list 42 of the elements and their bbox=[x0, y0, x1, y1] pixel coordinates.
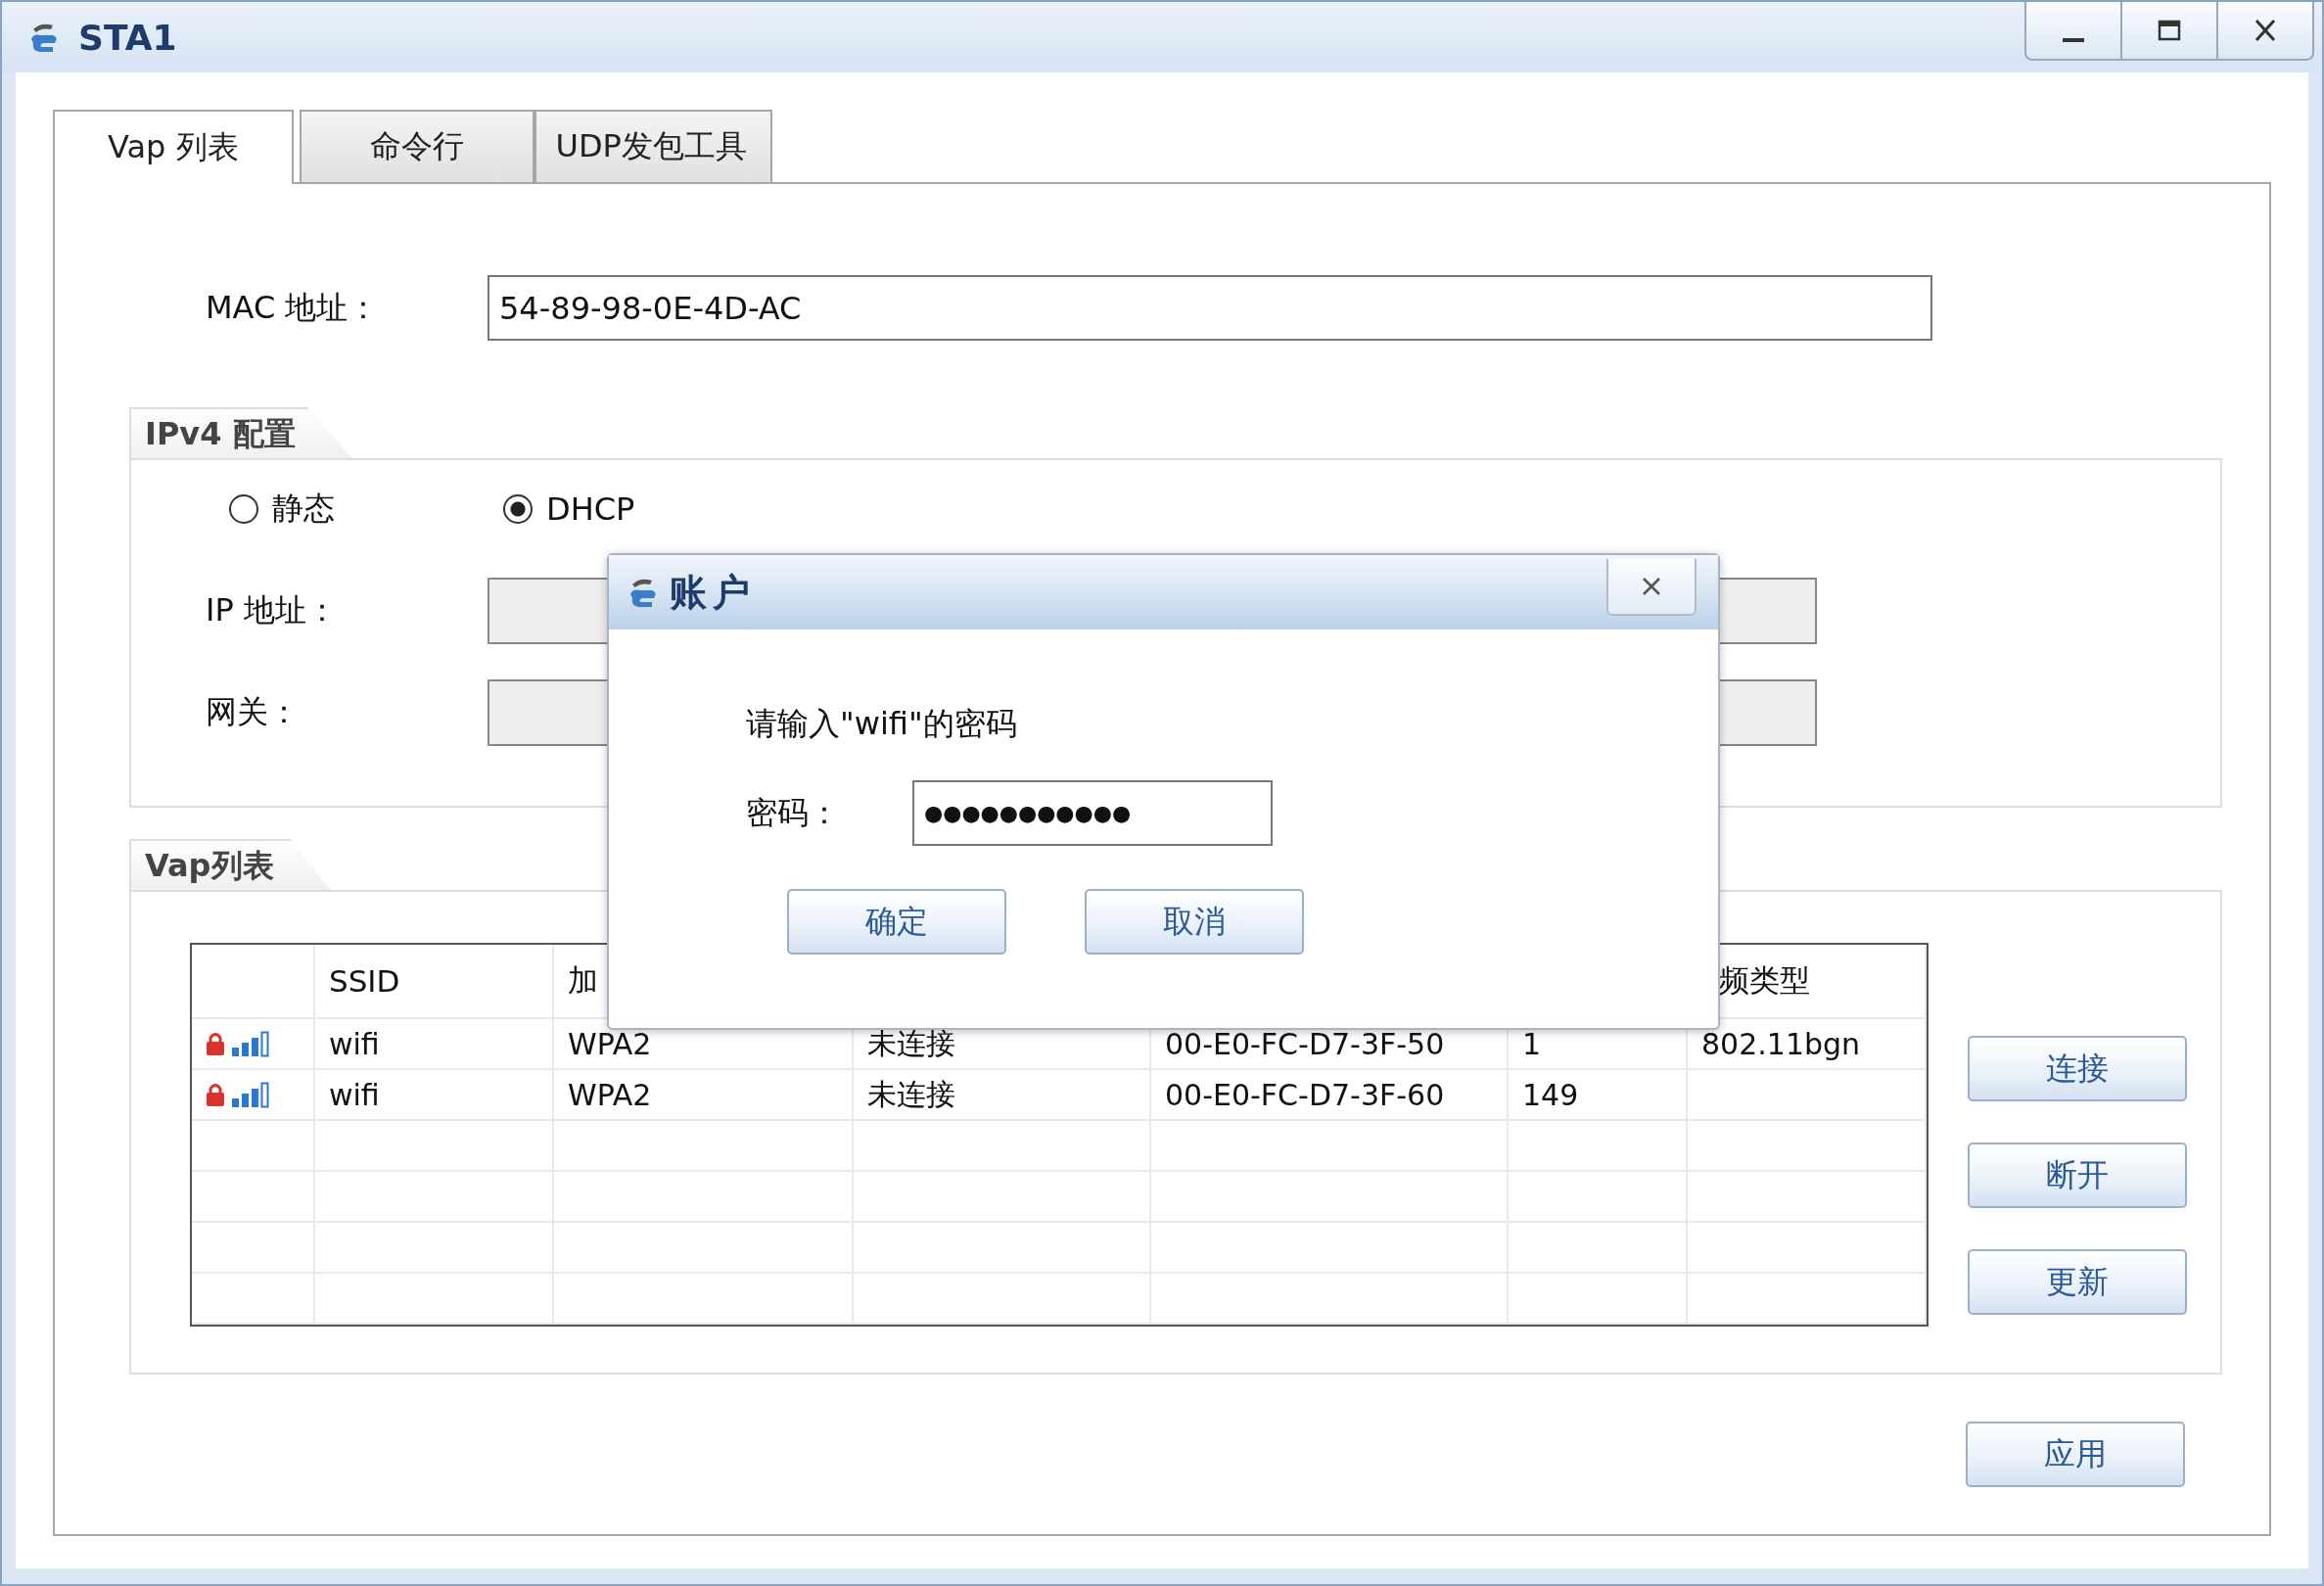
table-cell: wifi bbox=[315, 1019, 554, 1070]
mac-address-field[interactable]: 54-89-98-0E-4D-AC bbox=[488, 275, 1932, 341]
field-label: MAC 地址： bbox=[206, 287, 381, 328]
radio-label: DHCP bbox=[546, 490, 635, 528]
prompt-text: 请输入"wifi"的密码 bbox=[746, 704, 1017, 744]
field-label: 网关： bbox=[206, 692, 301, 732]
maximize-icon bbox=[2157, 18, 2182, 43]
tab[interactable]: UDP发包工具 bbox=[534, 110, 772, 182]
group-title: IPv4 配置 bbox=[129, 407, 352, 458]
signal-icon bbox=[231, 1030, 269, 1057]
password-field[interactable]: ●●●●●●●●●●● bbox=[912, 780, 1273, 846]
radio-option[interactable]: DHCP bbox=[503, 490, 777, 528]
table-cell: WPA2 bbox=[554, 1070, 854, 1121]
action-button[interactable]: 更新 bbox=[1968, 1249, 2187, 1315]
field-label: IP 地址： bbox=[206, 590, 339, 630]
action-button[interactable]: 断开 bbox=[1968, 1143, 2187, 1208]
window-title: STA1 bbox=[78, 17, 177, 58]
column-header: SSID bbox=[315, 945, 554, 1019]
apply-button[interactable]: 应用 bbox=[1966, 1422, 2185, 1487]
lock-icon bbox=[206, 1031, 225, 1056]
dialog-button[interactable]: 确定 bbox=[787, 889, 1006, 955]
minimize-icon bbox=[2063, 38, 2084, 42]
field-label: 密码： bbox=[746, 792, 841, 833]
group-title: Vap列表 bbox=[129, 839, 331, 890]
table-cell: wifi bbox=[315, 1070, 554, 1121]
tab[interactable]: Vap 列表 bbox=[53, 110, 294, 184]
radio-button[interactable] bbox=[229, 494, 258, 524]
table-cell: 00-E0-FC-D7-3F-60 bbox=[1151, 1070, 1509, 1121]
table-cell: 149 bbox=[1509, 1070, 1688, 1121]
close-button[interactable] bbox=[2216, 2, 2314, 61]
lock-icon bbox=[206, 1082, 225, 1107]
radio-option[interactable]: 静态 bbox=[229, 488, 503, 531]
dialog-button[interactable]: 取消 bbox=[1085, 889, 1304, 955]
table-cell: 未连接 bbox=[854, 1070, 1151, 1121]
tab[interactable]: 命令行 bbox=[299, 110, 535, 182]
radio-button[interactable] bbox=[503, 494, 533, 524]
maximize-button[interactable] bbox=[2120, 2, 2218, 61]
action-button[interactable]: 连接 bbox=[1968, 1036, 2187, 1101]
signal-icon bbox=[231, 1081, 269, 1108]
radio-label: 静态 bbox=[272, 489, 335, 529]
dialog-title: 账户 bbox=[670, 569, 756, 616]
close-icon bbox=[2253, 18, 2278, 43]
